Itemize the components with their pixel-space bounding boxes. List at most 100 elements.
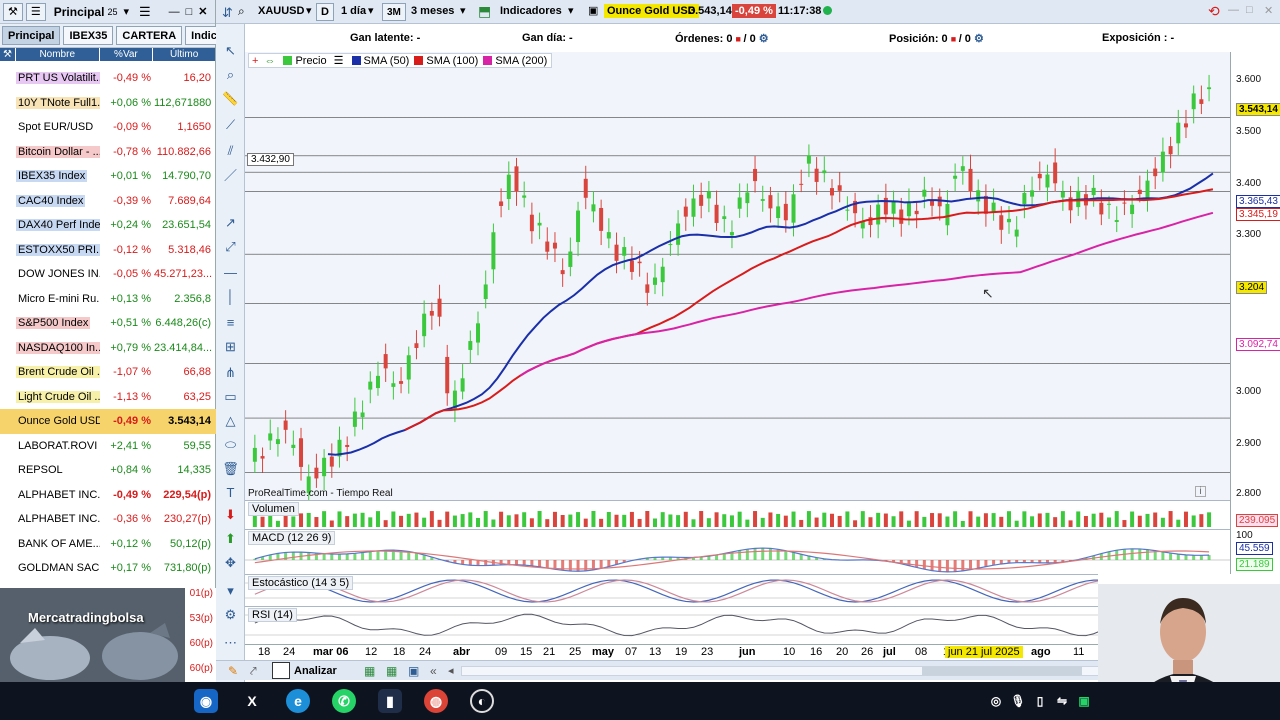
watchlist-row[interactable]: Ounce Gold USD -0,49 % 3.543,14 — [0, 409, 216, 434]
indicators-button[interactable]: Indicadores — [500, 5, 562, 17]
obs-icon[interactable]: ◐ — [470, 689, 494, 713]
info-icon[interactable]: i — [1195, 486, 1206, 497]
whatsapp-icon[interactable]: ✆ — [332, 689, 356, 713]
move-icon[interactable]: ✥ — [222, 554, 239, 571]
watchlist-row[interactable]: DOW JONES IN... -0,05 % 45.271,23... — [0, 262, 216, 287]
chrome-icon[interactable]: ◍ — [424, 689, 448, 713]
watchlist-row[interactable]: Spot EUR/USD -0,09 % 1,1650 — [0, 115, 216, 140]
price-axis[interactable]: 3.600 3.500 3.400 3.300 3.000 2.900 2.80… — [1230, 52, 1280, 500]
text-icon[interactable]: T — [222, 484, 239, 501]
channel-icon[interactable]: ⫽ — [222, 142, 239, 159]
legend-sma200[interactable]: SMA (200) — [495, 55, 551, 67]
maximize-icon[interactable]: □ — [1246, 4, 1253, 16]
analyze-button[interactable]: Analizar — [294, 665, 337, 677]
close-icon[interactable]: ✕ — [1264, 4, 1273, 17]
fib-icon[interactable]: ≡ — [222, 314, 239, 331]
watchlist-row[interactable]: ESTOXX50 PRI... -0,12 % 5.318,46 — [0, 238, 216, 263]
volume-pane[interactable]: Volumen — [245, 500, 1230, 529]
range-button[interactable]: 3M — [382, 3, 406, 21]
watchlist-row[interactable]: Light Crude Oil ... -1,13 % 63,25 — [0, 385, 216, 410]
scroll-left-icon[interactable]: ◂ — [448, 664, 454, 677]
symbol-field[interactable]: XAUUSD — [258, 5, 304, 17]
edge-icon[interactable]: e — [286, 689, 310, 713]
rsi-label[interactable]: RSI (14) — [248, 608, 297, 622]
price-chart[interactable] — [245, 52, 1230, 506]
close-icon[interactable]: ✕ — [198, 5, 207, 18]
watchlist-row[interactable]: ALPHABET INC.... -0,49 % 229,54(p) — [0, 483, 216, 508]
tab-ibex35[interactable]: IBEX35 — [63, 26, 114, 45]
segment-icon[interactable]: ⤢ — [222, 238, 239, 255]
minimize-icon[interactable]: — — [169, 6, 180, 18]
legend-sma50[interactable]: SMA (50) — [364, 55, 410, 67]
move-icon[interactable]: ⇔ — [261, 55, 278, 67]
pencil-icon[interactable]: ✎ — [228, 664, 238, 678]
cursor-icon[interactable]: ↖ — [222, 42, 239, 59]
col-last[interactable]: Último — [153, 48, 215, 61]
ruler-icon[interactable]: 📏 — [222, 90, 239, 107]
chart-icon[interactable]: ⇵ — [222, 5, 233, 21]
watchlist-name[interactable]: Principal — [54, 5, 105, 19]
watchlist-row[interactable]: 10Y TNote Full1... +0,06 % 112,671880 — [0, 91, 216, 116]
tab-principal[interactable]: Principal — [2, 26, 61, 45]
watchlist-row[interactable]: Bitcoin Dollar - ... -0,78 % 110.882,66 — [0, 140, 216, 165]
watchlist-row[interactable]: Micro E-mini Ru... +0,13 % 2.356,8 — [0, 287, 216, 312]
triangle-icon[interactable]: △ — [222, 412, 239, 429]
orders-settings-icon[interactable]: ⚙ — [759, 33, 769, 45]
indicators-icon[interactable]: ⬒ — [478, 3, 491, 20]
hline-icon[interactable]: — — [222, 264, 239, 281]
watchlist-row[interactable]: Brent Crude Oil ... -1,07 % 66,88 — [0, 360, 216, 385]
stochastic-pane[interactable]: Estocástico (14 3 5) — [245, 574, 1210, 606]
tab-cartera[interactable]: CARTERA — [116, 26, 183, 45]
watchlist-row[interactable]: DAX40 Perf Index +0,24 % 23.651,54 — [0, 213, 216, 238]
rectangle-icon[interactable]: ▭ — [222, 388, 239, 405]
price-chart-svg[interactable] — [245, 52, 1230, 506]
chevron-down-icon[interactable]: ▾ — [222, 582, 239, 599]
col-pct[interactable]: %Var — [100, 48, 154, 61]
plus-icon[interactable]: + — [249, 55, 261, 67]
trend-tool-icon[interactable]: ⟋ — [222, 116, 239, 133]
chevron-down-icon[interactable]: ▾ — [460, 4, 466, 17]
tool-icon[interactable]: ⚒ — [3, 2, 23, 21]
arrow-up-icon[interactable]: ⬆ — [222, 530, 239, 547]
vline-icon[interactable]: │ — [222, 288, 239, 305]
grid-icon[interactable]: ▦ — [364, 664, 375, 678]
position-settings-icon[interactable]: ⚙ — [974, 33, 984, 45]
window-icon[interactable]: ▣ — [408, 664, 419, 678]
ellipse-icon[interactable]: ⬭ — [222, 436, 239, 453]
interval-select[interactable]: 1 día — [341, 5, 366, 17]
watchlist-row[interactable]: BANK OF AME... +0,12 % 50,12(p) — [0, 532, 216, 557]
range-select[interactable]: 3 meses — [411, 5, 454, 17]
info-icon[interactable]: ▣ — [588, 4, 598, 17]
minimize-icon[interactable]: — — [1228, 4, 1239, 16]
rsi-pane[interactable]: RSI (14) — [245, 606, 1210, 644]
scrollbar-thumb[interactable] — [922, 667, 1082, 675]
tray-green-icon[interactable]: ▣ — [1072, 689, 1096, 713]
watchlist-row[interactable]: CAC40 Index -0,39 % 7.689,64 — [0, 189, 216, 214]
network-icon[interactable]: ⇋ — [1050, 689, 1074, 713]
watchlist-row[interactable]: S&P500 Index +0,51 % 6.448,26(c) — [0, 311, 216, 336]
legend-sma100[interactable]: SMA (100) — [426, 55, 478, 67]
battery-icon[interactable]: ▯ — [1028, 689, 1052, 713]
chevron-down-icon[interactable]: ▾ — [306, 4, 312, 17]
chevron-down-icon[interactable]: ▾ — [368, 4, 374, 17]
macd-pane[interactable]: MACD (12 26 9) — [245, 529, 1230, 574]
ray-icon[interactable]: ↗ — [222, 214, 239, 231]
zoom-icon[interactable]: ⌕ — [222, 66, 239, 83]
tool-icon-2[interactable]: ☰ — [25, 2, 46, 21]
arrow-down-icon[interactable]: ⬇ — [222, 506, 239, 523]
col-name[interactable]: Nombre — [16, 48, 100, 61]
maximize-icon[interactable]: □ — [186, 6, 193, 18]
pitchfork-icon[interactable]: ⋔ — [222, 364, 239, 381]
magnifier-icon[interactable]: ⌕ — [238, 4, 245, 19]
double-chevron-left-icon[interactable]: « — [430, 664, 437, 678]
refresh-icon[interactable]: ⟲ — [1208, 3, 1220, 20]
settings-icon[interactable]: ⚙ — [222, 606, 239, 623]
list-icon[interactable]: ☰ — [331, 54, 347, 67]
date-axis[interactable]: 18 24 mar 06 12 18 24 abr 09 15 21 25 may 07 13 19 23 ju… — [245, 644, 1230, 660]
wrench-icon[interactable]: ⚒ — [0, 48, 16, 61]
watchlist-row[interactable]: GOLDMAN SAC... +0,17 % 731,80(p) — [0, 556, 216, 581]
stochastic-label[interactable]: Estocástico (14 3 5) — [248, 576, 354, 590]
menu-icon[interactable]: ☰ — [139, 4, 151, 20]
watchlist-row[interactable]: REPSOL +0,84 % 14,335 — [0, 458, 216, 483]
watchlist-row[interactable]: NASDAQ100 In... +0,79 % 23.414,84... — [0, 336, 216, 361]
